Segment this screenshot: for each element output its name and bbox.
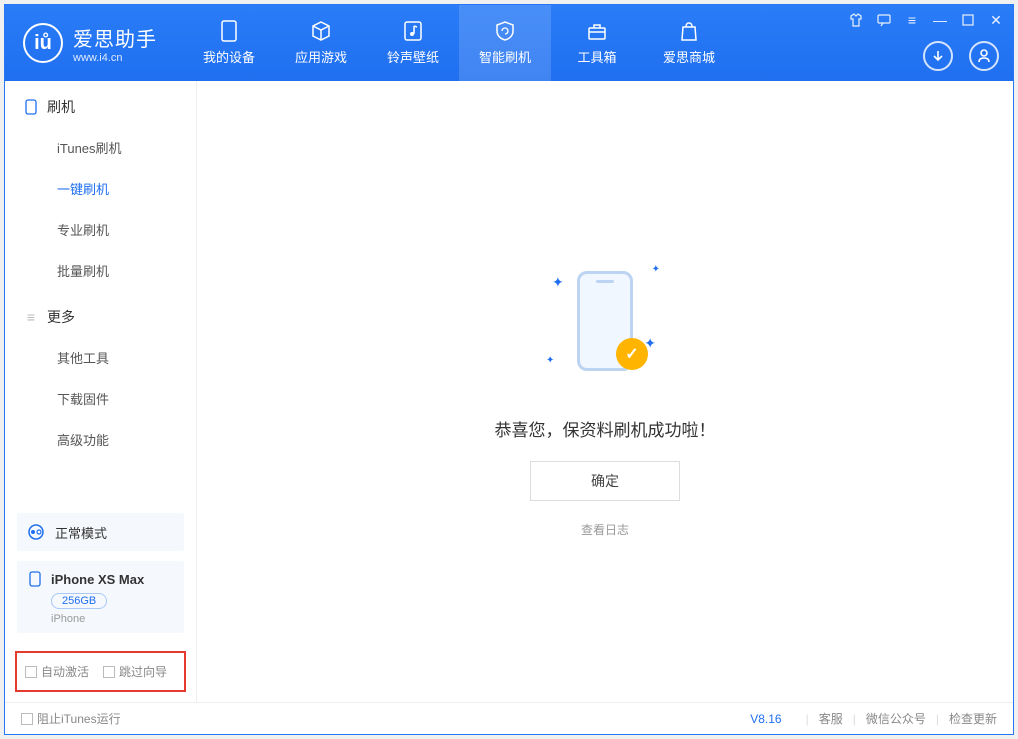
download-button[interactable] xyxy=(923,41,953,71)
tab-label: 铃声壁纸 xyxy=(387,47,439,66)
ok-button[interactable]: 确定 xyxy=(530,461,680,501)
success-message: 恭喜您，保资料刷机成功啦！ xyxy=(495,416,716,441)
minimize-icon[interactable]: — xyxy=(931,11,949,29)
tab-flash[interactable]: 智能刷机 xyxy=(459,5,551,81)
checkbox-label: 跳过向导 xyxy=(119,663,167,680)
phone-small-icon xyxy=(23,99,39,115)
user-button[interactable] xyxy=(969,41,999,71)
tab-apps[interactable]: 应用游戏 xyxy=(275,5,367,81)
tab-label: 我的设备 xyxy=(203,47,255,66)
tab-label: 智能刷机 xyxy=(479,47,531,66)
header: iů 爱思助手 www.i4.cn 我的设备 应用游戏 铃声壁纸 智能刷机 xyxy=(5,5,1013,81)
checkbox-block-itunes[interactable]: 阻止iTunes运行 xyxy=(21,710,121,727)
main-tabs: 我的设备 应用游戏 铃声壁纸 智能刷机 工具箱 爱思商城 xyxy=(183,5,735,81)
tab-store[interactable]: 爱思商城 xyxy=(643,5,735,81)
cube-icon xyxy=(308,20,334,42)
checkbox-label: 阻止iTunes运行 xyxy=(37,710,121,727)
skin-icon[interactable] xyxy=(847,11,865,29)
window-controls: ≡ — ✕ xyxy=(847,11,1005,29)
music-icon xyxy=(400,20,426,42)
logo-icon: iů xyxy=(23,23,63,63)
sidebar-group-more: ≡ 更多 xyxy=(5,291,196,337)
sidebar-group-flash: 刷机 xyxy=(5,81,196,127)
separator: | xyxy=(806,712,809,726)
tab-label: 爱思商城 xyxy=(663,47,715,66)
checkbox-icon xyxy=(25,666,37,678)
footer-right: V8.16 | 客服 | 微信公众号 | 检查更新 xyxy=(750,710,997,727)
mode-icon xyxy=(27,523,45,541)
footer-link-service[interactable]: 客服 xyxy=(819,710,843,727)
toolbox-icon xyxy=(584,20,610,42)
tab-my-device[interactable]: 我的设备 xyxy=(183,5,275,81)
main-content: ✦ ✦ ✦ ✦ ✓ 恭喜您，保资料刷机成功啦！ 确定 查看日志 xyxy=(197,81,1013,702)
footer-link-wechat[interactable]: 微信公众号 xyxy=(866,710,926,727)
mode-label: 正常模式 xyxy=(55,523,107,542)
checkbox-icon xyxy=(103,666,115,678)
sidebar-item-pro-flash[interactable]: 专业刷机 xyxy=(5,209,196,250)
tab-toolbox[interactable]: 工具箱 xyxy=(551,5,643,81)
header-right xyxy=(923,41,999,71)
check-badge-icon: ✓ xyxy=(616,338,648,370)
sidebar-group-title: 更多 xyxy=(47,307,75,327)
tab-label: 应用游戏 xyxy=(295,47,347,66)
app-window: iů 爱思助手 www.i4.cn 我的设备 应用游戏 铃声壁纸 智能刷机 xyxy=(4,4,1014,735)
sidebar-item-download-firmware[interactable]: 下载固件 xyxy=(5,378,196,419)
sparkle-icon: ✦ xyxy=(546,355,554,366)
separator: | xyxy=(936,712,939,726)
footer-link-update[interactable]: 检查更新 xyxy=(949,710,997,727)
sidebar-group-title: 刷机 xyxy=(47,97,75,117)
feedback-icon[interactable] xyxy=(875,11,893,29)
view-log-link[interactable]: 查看日志 xyxy=(581,521,629,538)
tab-label: 工具箱 xyxy=(577,47,616,66)
logo-text: 爱思助手 www.i4.cn xyxy=(73,23,157,64)
footer-left: 阻止iTunes运行 xyxy=(21,710,121,727)
tab-ringtones[interactable]: 铃声壁纸 xyxy=(367,5,459,81)
brand-site: www.i4.cn xyxy=(73,52,157,64)
success-illustration: ✦ ✦ ✦ ✦ ✓ xyxy=(530,246,680,396)
menu-icon[interactable]: ≡ xyxy=(903,11,921,29)
checkbox-auto-activate[interactable]: 自动激活 xyxy=(25,663,89,680)
options-row: 自动激活 跳过向导 xyxy=(15,651,186,692)
sidebar: 刷机 iTunes刷机 一键刷机 专业刷机 批量刷机 ≡ 更多 其他工具 下载固… xyxy=(5,81,197,702)
sidebar-item-batch-flash[interactable]: 批量刷机 xyxy=(5,250,196,291)
mode-card[interactable]: 正常模式 xyxy=(17,513,184,551)
footer: 阻止iTunes运行 V8.16 | 客服 | 微信公众号 | 检查更新 xyxy=(5,702,1013,734)
device-type: iPhone xyxy=(51,613,174,625)
checkbox-label: 自动激活 xyxy=(41,663,89,680)
checkbox-skip-guide[interactable]: 跳过向导 xyxy=(103,663,167,680)
sidebar-item-itunes-flash[interactable]: iTunes刷机 xyxy=(5,127,196,168)
sidebar-item-other-tools[interactable]: 其他工具 xyxy=(5,337,196,378)
phone-icon xyxy=(216,20,242,42)
checkbox-icon xyxy=(21,713,33,725)
shield-refresh-icon xyxy=(492,20,518,42)
brand-name: 爱思助手 xyxy=(73,23,157,52)
maximize-icon[interactable] xyxy=(959,11,977,29)
close-icon[interactable]: ✕ xyxy=(987,11,1005,29)
device-capacity: 256GB xyxy=(51,593,107,609)
device-card[interactable]: iPhone XS Max 256GB iPhone xyxy=(17,561,184,633)
logo: iů 爱思助手 www.i4.cn xyxy=(5,5,175,81)
body: 刷机 iTunes刷机 一键刷机 专业刷机 批量刷机 ≡ 更多 其他工具 下载固… xyxy=(5,81,1013,702)
list-icon: ≡ xyxy=(23,309,39,325)
version-label: V8.16 xyxy=(750,712,781,726)
sparkle-icon: ✦ xyxy=(652,264,660,275)
separator: | xyxy=(853,712,856,726)
bag-icon xyxy=(676,20,702,42)
device-name: iPhone XS Max xyxy=(51,572,144,587)
sidebar-item-oneclick-flash[interactable]: 一键刷机 xyxy=(5,168,196,209)
sidebar-item-advanced[interactable]: 高级功能 xyxy=(5,419,196,460)
device-phone-icon xyxy=(27,571,43,587)
sparkle-icon: ✦ xyxy=(552,274,564,291)
